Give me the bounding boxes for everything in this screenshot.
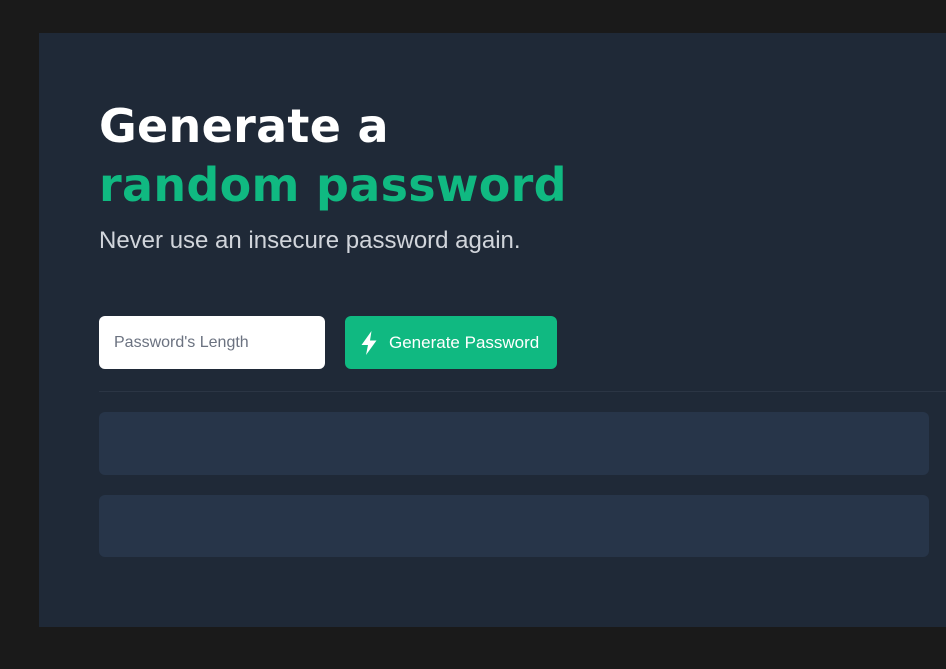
page-title: Generate a random password (99, 97, 567, 215)
generate-password-button[interactable]: Generate Password (345, 316, 557, 369)
lightning-bolt-icon (361, 330, 377, 355)
password-output-2[interactable] (99, 495, 929, 557)
generator-card: Generate a random password Never use an … (39, 33, 946, 627)
password-output-1[interactable] (99, 412, 929, 475)
section-divider (99, 391, 946, 392)
title-line-primary: Generate a (99, 99, 389, 153)
title-line-accent: random password (99, 158, 567, 212)
password-length-input[interactable] (99, 316, 325, 369)
generate-button-label: Generate Password (389, 332, 540, 352)
page-subtitle: Never use an insecure password again. (99, 227, 521, 254)
